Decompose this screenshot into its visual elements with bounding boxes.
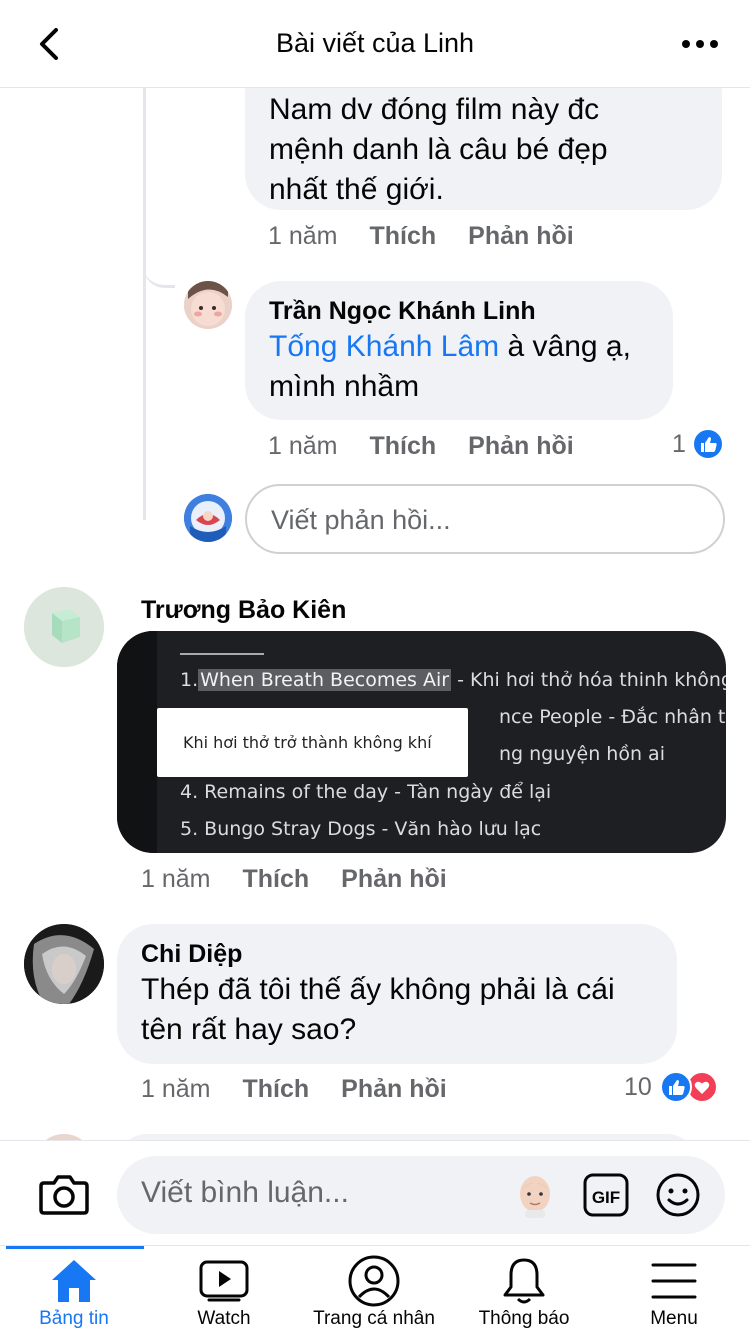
avatar[interactable] [184,281,232,329]
comment-image[interactable]: 1. When Breath Becomes Air - Khi hơi thở … [117,631,726,853]
home-icon [52,1260,96,1302]
person-avatar-icon [24,924,104,1004]
bottom-navigation: Bảng tin Watch Trang cá nhân Thông báo M… [0,1245,750,1334]
comment-actions: 1 năm Thích Phản hồi [268,432,574,461]
highlighted-text: When Breath Becomes Air [198,669,452,691]
comment-bubble: Chi Diệp Thép đã tôi thế ấy không phải l… [117,924,677,1064]
book-line: ng nguyện hồn ai [499,743,665,765]
like-button[interactable]: Thích [242,865,309,894]
reaction-summary[interactable]: 10 [624,1071,718,1103]
reply-input-placeholder: Viết phản hồi... [271,505,451,535]
nav-label: Thông báo [478,1308,570,1329]
mention-link[interactable]: Tống Khánh Lâm [269,330,499,363]
thread-line [143,88,146,520]
translation-tooltip: Khi hơi thở trở thành không khí [157,708,468,777]
comment-author[interactable]: Chi Diệp [141,938,653,970]
comment-author[interactable]: Trương Bảo Kiên [141,596,346,625]
active-tab-indicator [6,1246,144,1249]
like-button[interactable]: Thích [242,1075,309,1104]
page-title: Bài viết của Linh [275,28,475,58]
more-options-icon[interactable] [680,26,720,62]
comment-actions: 1 năm Thích Phản hồi [268,222,574,251]
reply-button[interactable]: Phản hồi [341,1075,447,1104]
camera-icon[interactable] [38,1171,90,1217]
nav-tab-news-feed[interactable]: Bảng tin [14,1256,134,1330]
avatar[interactable] [24,924,104,1004]
reply-button[interactable]: Phản hồi [341,865,447,894]
cube-avatar-icon [24,587,104,667]
watch-icon [199,1260,249,1302]
comment-text: tên rất hay sao? [141,1013,357,1046]
nav-tab-profile[interactable]: Trang cá nhân [304,1255,444,1330]
comment-input[interactable]: Viết bình luận... GIF [117,1156,725,1234]
avatar-sticker-icon[interactable] [513,1172,557,1218]
comment-bubble: Nam dv đóng film này đc mệnh danh là câu… [245,88,722,210]
top-bar: Bài viết của Linh [0,0,750,88]
book-line: 4. Remains of the day - Tàn ngày để lại [180,781,552,803]
image-rule [180,653,264,655]
book-line: 1. When Breath Becomes Air - Khi hơi thở … [180,669,726,691]
comment-text: mình nhầm [269,370,420,403]
like-button[interactable]: Thích [369,222,436,251]
avatar[interactable] [24,587,104,667]
menu-icon [651,1263,697,1299]
nav-label: Bảng tin [39,1308,109,1329]
nav-tab-watch[interactable]: Watch [164,1256,284,1330]
comment-time: 1 năm [268,222,338,250]
comment-text: Nam dv đóng film này đc [269,93,600,126]
nav-label: Menu [650,1308,698,1329]
reaction-summary[interactable]: 1 [672,428,724,460]
comment-text: mệnh danh là câu bé đẹp [269,133,608,166]
reply-button[interactable]: Phản hồi [468,222,574,251]
reply-button[interactable]: Phản hồi [468,432,574,461]
profile-icon [348,1255,400,1307]
nav-label: Trang cá nhân [313,1308,435,1329]
comment-time: 1 năm [141,865,211,893]
profile-picture-icon [184,494,232,542]
nav-label: Watch [197,1308,251,1329]
nav-tab-notifications[interactable]: Thông báo [464,1256,584,1330]
bell-icon [503,1258,545,1304]
comment-text: Tống Khánh Lâm à vâng ạ, [269,330,631,363]
reaction-count: 10 [624,1072,652,1101]
svg-text:GIF: GIF [592,1188,620,1207]
thread-connector [143,238,175,288]
like-love-reaction-icons [659,1071,718,1103]
book-line: 5. Bungo Stray Dogs - Văn hào lưu lạc [180,818,542,840]
book-line: nce People - Đắc nhân tâm [499,706,726,728]
baby-face-icon [184,281,232,329]
nav-tab-menu[interactable]: Menu [614,1256,734,1330]
gif-icon[interactable]: GIF [583,1173,629,1217]
comment-actions: 1 năm Thích Phản hồi [141,865,447,894]
comment-time: 1 năm [141,1075,211,1103]
comment-time: 1 năm [268,432,338,460]
like-reaction-icon [691,428,724,460]
comment-author[interactable]: Trần Ngọc Khánh Linh [269,295,649,327]
reaction-count: 1 [672,429,686,458]
comment-input-placeholder: Viết bình luận... [141,1176,349,1209]
like-button[interactable]: Thích [369,432,436,461]
image-dark-strip [117,631,157,853]
comment-composer: Viết bình luận... GIF [0,1140,750,1245]
comment-bubble: Trần Ngọc Khánh Linh Tống Khánh Lâm à vâ… [245,281,673,420]
reply-input[interactable]: Viết phản hồi... [245,484,725,554]
comment-text: Thép đã tôi thế ấy không phải là cái [141,973,615,1006]
comment-text: nhất thế giới. [269,173,444,206]
emoji-icon[interactable] [655,1172,701,1218]
comment-actions: 1 năm Thích Phản hồi [141,1075,447,1104]
my-avatar [184,494,232,542]
comments-feed[interactable]: Nam dv đóng film này đc mệnh danh là câu… [0,88,750,1140]
